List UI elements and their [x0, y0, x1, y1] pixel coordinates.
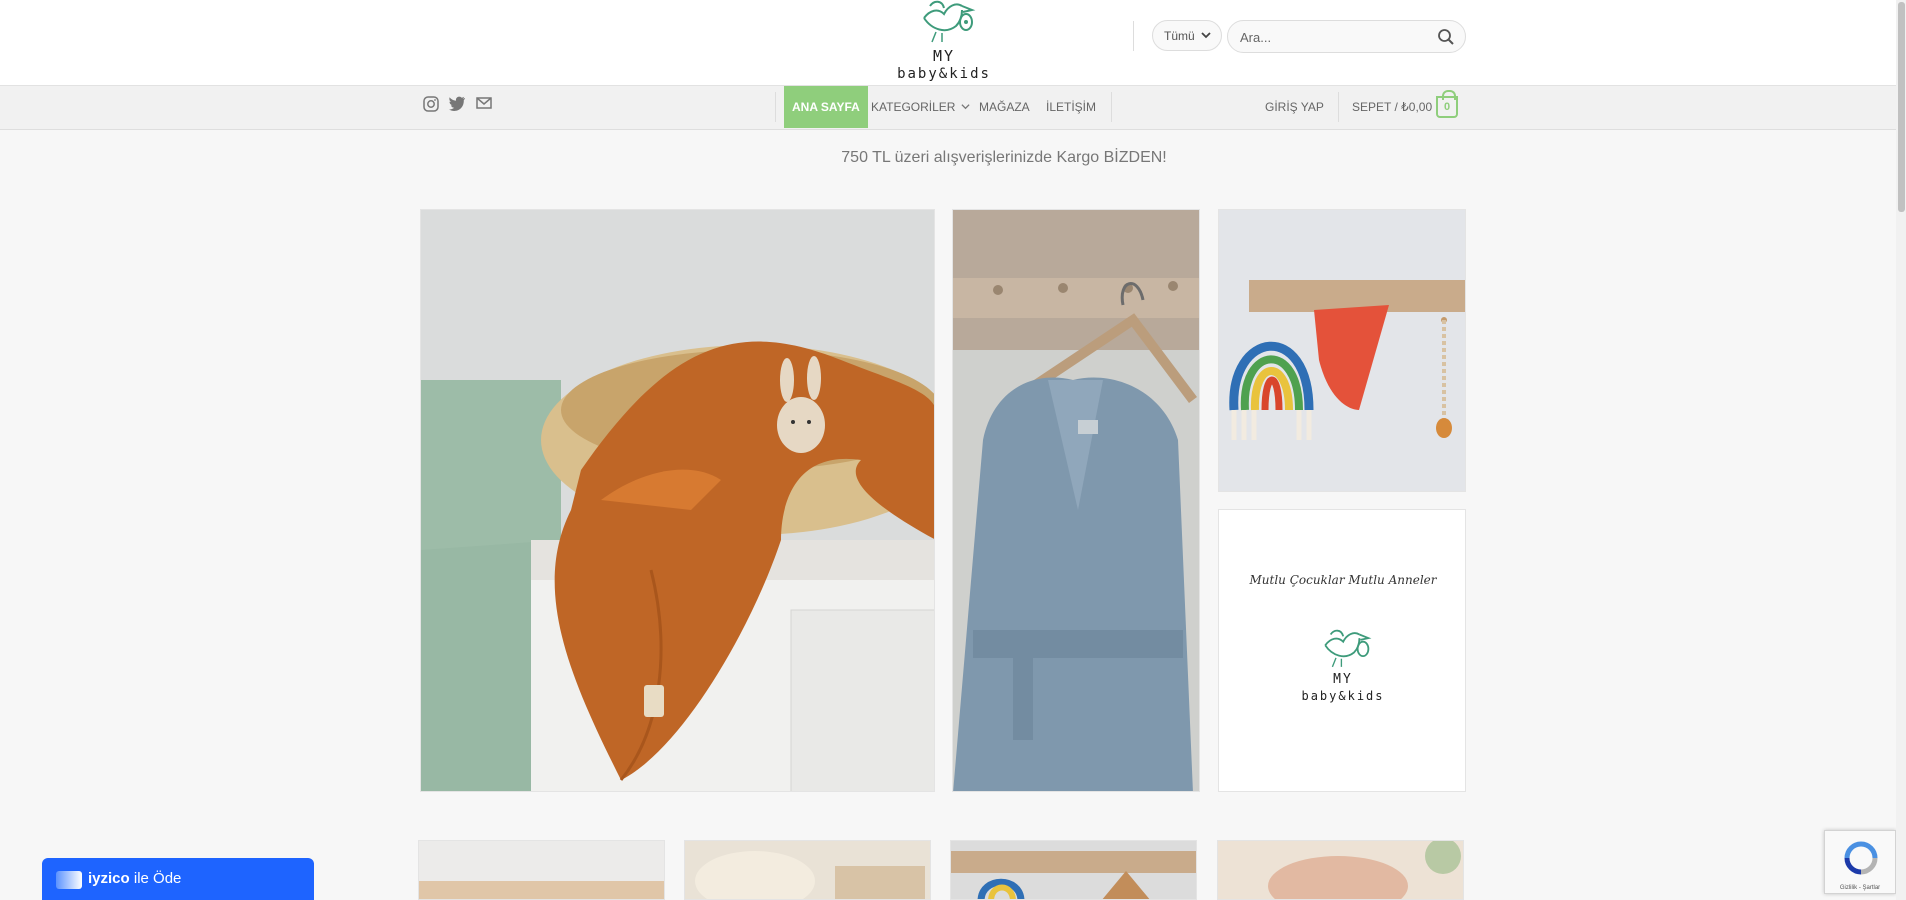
scrollbar-thumb[interactable] [1898, 2, 1905, 212]
nav-categories[interactable]: KATEGORİLER [871, 86, 970, 128]
nav-contact[interactable]: İLETİŞİM [1046, 86, 1096, 128]
header-divider [1133, 21, 1134, 51]
accessories-photo-image [1219, 210, 1465, 491]
nav-store[interactable]: MAĞAZA [979, 86, 1030, 128]
logo-text-my: MY [932, 47, 956, 65]
promo-text: 750 TL üzeri alışverişlerinizde Kargo Bİ… [841, 149, 1167, 166]
product-photo-image [951, 841, 1196, 899]
banner-image-muslin[interactable] [420, 209, 935, 792]
nav-login[interactable]: GİRİŞ YAP [1265, 86, 1324, 128]
logo-text-babykids: baby&kids [897, 66, 991, 82]
twitter-icon[interactable] [449, 96, 466, 111]
recaptcha-footer[interactable]: Gizlilik - Şartlar [1825, 885, 1895, 891]
robe-photo-image [953, 210, 1199, 791]
banner-slogan-text: Mutlu Çocuklar Mutlu Anneler [1249, 573, 1437, 587]
banner-image-robe[interactable] [952, 209, 1200, 792]
nav-cart[interactable]: SEPET / ₺0,00 [1352, 86, 1432, 128]
muslin-photo-image [421, 210, 934, 791]
product-tile-4[interactable] [1217, 840, 1464, 900]
product-tile-3[interactable] [950, 840, 1197, 900]
search-category-label: Tümü [1164, 29, 1195, 43]
search-input[interactable] [1238, 29, 1432, 46]
stork-logo-icon [923, 0, 976, 43]
product-tile-1[interactable] [418, 840, 665, 900]
product-photo-image [685, 841, 930, 899]
banner-slogan-card[interactable]: Mutlu Çocuklar Mutlu Anneler MY baby&kid… [1218, 509, 1466, 792]
nav-divider-left [775, 92, 776, 122]
banner-logo-babykids: baby&kids [1301, 689, 1385, 703]
nav-divider-cart [1338, 92, 1339, 122]
nav-home[interactable]: ANA SAYFA [784, 86, 868, 128]
iyzico-suffix: ile Öde [133, 870, 182, 887]
banner-logo-my: MY [1333, 672, 1353, 687]
product-photo-image [419, 841, 664, 899]
chevron-down-icon [961, 104, 970, 110]
iyzico-label: iyzico ile Öde [88, 870, 181, 887]
iyzico-pay-button[interactable]: iyzico ile Öde [42, 858, 314, 900]
envelope-icon[interactable] [476, 96, 492, 110]
nav-categories-label: KATEGORİLER [871, 100, 956, 114]
stork-logo-icon [1324, 629, 1372, 668]
iyzico-brand: iyzico [88, 870, 130, 887]
chevron-down-icon [1201, 32, 1211, 39]
nav-divider-right [1111, 92, 1112, 122]
search-icon[interactable] [1437, 28, 1455, 46]
product-tile-2[interactable] [684, 840, 931, 900]
cart-count-badge[interactable]: 0 [1436, 90, 1458, 118]
recaptcha-icon [1844, 841, 1878, 875]
search-box [1227, 20, 1466, 53]
recaptcha-badge[interactable]: Gizlilik - Şartlar [1824, 830, 1896, 894]
product-photo-image [1218, 841, 1463, 899]
search-category-select[interactable]: Tümü [1152, 20, 1222, 51]
site-logo[interactable]: MY baby&kids [896, 0, 992, 85]
instagram-icon[interactable] [423, 96, 439, 112]
banner-image-accessories[interactable] [1218, 209, 1466, 492]
iyzico-logo-icon [56, 871, 82, 889]
